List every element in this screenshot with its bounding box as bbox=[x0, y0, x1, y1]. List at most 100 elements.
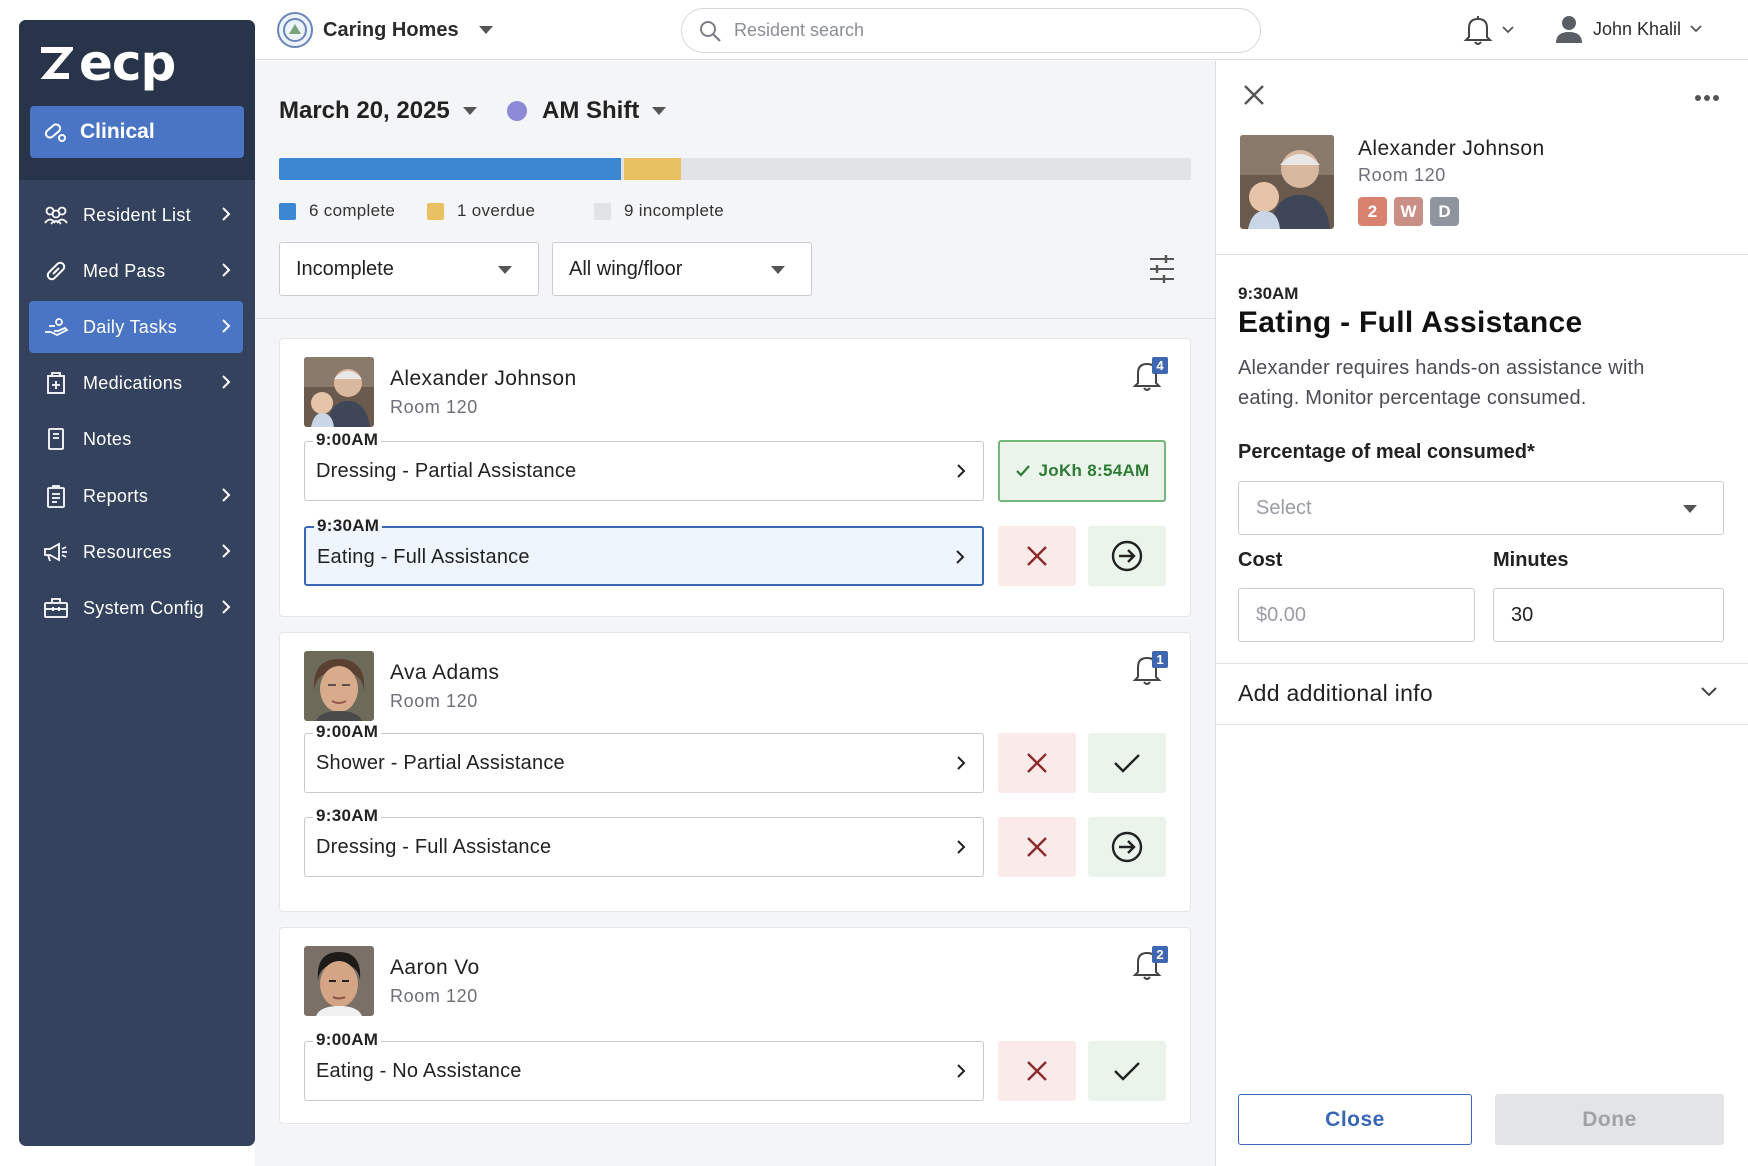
shift-picker[interactable]: AM Shift bbox=[507, 97, 667, 125]
cost-placeholder: $0.00 bbox=[1256, 603, 1307, 626]
open-task-button[interactable] bbox=[1088, 526, 1166, 586]
check-icon bbox=[1015, 465, 1030, 477]
more-options-button[interactable] bbox=[1694, 89, 1720, 107]
sidebar-item-medications[interactable]: Medications bbox=[29, 357, 243, 409]
legend-label: 9 incomplete bbox=[624, 201, 724, 220]
sidebar-item-label: Daily Tasks bbox=[83, 316, 177, 337]
chevron-down-icon bbox=[498, 266, 512, 274]
chevron-right-icon bbox=[957, 756, 966, 770]
arrow-circle-right-icon bbox=[1111, 540, 1143, 572]
chevron-down-icon bbox=[478, 26, 493, 34]
resident-room: Room 120 bbox=[390, 691, 478, 711]
complete-task-button[interactable] bbox=[1088, 733, 1166, 793]
notifications-button[interactable] bbox=[1463, 14, 1515, 46]
resident-alerts-button[interactable]: 4 bbox=[1132, 357, 1168, 397]
organization-name: Caring Homes bbox=[323, 18, 459, 41]
percentage-consumed-label: Percentage of meal consumed* bbox=[1238, 441, 1535, 463]
logo-text: ecp bbox=[79, 34, 176, 92]
task-title: Eating - Full Assistance bbox=[1238, 306, 1583, 339]
notebook-icon bbox=[43, 427, 69, 451]
module-label: Clinical bbox=[80, 120, 155, 143]
cost-input[interactable]: $0.00 bbox=[1238, 588, 1475, 642]
shift-label: AM Shift bbox=[542, 97, 640, 124]
panel-resident-room: Room 120 bbox=[1358, 165, 1446, 185]
resident-name[interactable]: Alexander Johnson bbox=[390, 367, 577, 391]
sidebar-item-daily-tasks[interactable]: Daily Tasks bbox=[29, 301, 243, 353]
open-task-button[interactable] bbox=[1088, 817, 1166, 877]
progress-overdue-segment bbox=[624, 158, 681, 180]
sidebar-item-label: Med Pass bbox=[83, 260, 166, 281]
task-label: Dressing - Full Assistance bbox=[316, 836, 552, 858]
sidebar-item-resources[interactable]: Resources bbox=[29, 526, 243, 578]
filters-area: March 20, 2025 AM Shift 6 complete 1 ove… bbox=[255, 61, 1215, 319]
user-menu[interactable]: John Khalil bbox=[1555, 14, 1703, 44]
status-filter-dropdown[interactable]: Incomplete bbox=[279, 242, 539, 296]
sidebar-item-med-pass[interactable]: Med Pass bbox=[29, 245, 243, 297]
resident-photo bbox=[304, 651, 374, 721]
task-time: 9:30AM bbox=[1238, 284, 1299, 303]
chevron-down-icon bbox=[1690, 25, 1702, 33]
megaphone-icon bbox=[43, 540, 69, 564]
resident-search-input[interactable]: Resident search bbox=[681, 8, 1261, 53]
close-icon bbox=[1027, 1061, 1047, 1081]
chevron-down-icon bbox=[652, 107, 667, 115]
task-time: 9:30AM bbox=[313, 806, 382, 826]
ecp-logo[interactable]: ecp bbox=[39, 34, 176, 92]
percentage-consumed-select[interactable]: Select bbox=[1238, 481, 1724, 535]
chevron-right-icon bbox=[222, 488, 231, 502]
minutes-label: Minutes bbox=[1493, 549, 1569, 571]
sidebar-item-reports[interactable]: Reports bbox=[29, 470, 243, 522]
filter-settings-button[interactable] bbox=[1147, 253, 1177, 290]
organization-switcher[interactable]: Caring Homes bbox=[277, 12, 493, 48]
task-row[interactable]: 9:00AM Eating - No Assistance bbox=[304, 1030, 984, 1101]
close-button[interactable]: Close bbox=[1238, 1094, 1472, 1145]
capsule-stethoscope-icon bbox=[44, 123, 66, 142]
resident-name[interactable]: Aaron Vo bbox=[390, 956, 480, 980]
decline-task-button[interactable] bbox=[998, 817, 1076, 877]
minutes-input[interactable]: 30 bbox=[1493, 588, 1724, 642]
complete-task-button[interactable] bbox=[1088, 1041, 1166, 1101]
task-progress-bar bbox=[279, 158, 1191, 180]
chevron-down-icon[interactable] bbox=[1700, 686, 1718, 698]
date-picker[interactable]: March 20, 2025 bbox=[279, 97, 477, 125]
task-label: Dressing - Partial Assistance bbox=[316, 460, 577, 482]
task-time: 9:00AM bbox=[313, 722, 382, 742]
close-icon bbox=[1027, 546, 1047, 566]
task-detail-panel: Alexander Johnson Room 120 2 W D 9:30AM … bbox=[1215, 61, 1748, 1166]
resident-alerts-button[interactable]: 1 bbox=[1132, 651, 1168, 691]
sidebar-item-notes[interactable]: Notes bbox=[29, 413, 243, 465]
sidebar-item-label: Medications bbox=[83, 372, 183, 393]
wing-filter-dropdown[interactable]: All wing/floor bbox=[552, 242, 812, 296]
task-row-selected[interactable]: 9:30AM Eating - Full Assistance bbox=[304, 516, 984, 586]
arrow-circle-right-icon bbox=[1111, 831, 1143, 863]
decline-task-button[interactable] bbox=[998, 526, 1076, 586]
task-completed-button[interactable]: JoKh 8:54AM bbox=[998, 440, 1166, 502]
chevron-right-icon bbox=[957, 464, 966, 478]
decline-task-button[interactable] bbox=[998, 733, 1076, 793]
cost-label: Cost bbox=[1238, 549, 1283, 571]
sidebar-item-resident-list[interactable]: Resident List bbox=[29, 189, 243, 241]
resident-alerts-button[interactable]: 2 bbox=[1132, 946, 1168, 986]
shift-color-dot bbox=[507, 101, 527, 121]
task-row[interactable]: 9:30AM Dressing - Full Assistance bbox=[304, 806, 984, 877]
task-label: Eating - Full Assistance bbox=[317, 546, 530, 568]
bell-icon bbox=[1463, 16, 1493, 45]
task-row[interactable]: 9:00AM Dressing - Partial Assistance bbox=[304, 430, 984, 501]
module-switcher-clinical[interactable]: Clinical bbox=[30, 106, 244, 158]
chevron-right-icon bbox=[222, 600, 231, 614]
task-row[interactable]: 9:00AM Shower - Partial Assistance bbox=[304, 722, 984, 793]
top-bar: Caring Homes Resident search John Khalil bbox=[255, 0, 1748, 60]
resident-name[interactable]: Ava Adams bbox=[390, 661, 499, 685]
sliders-icon bbox=[1150, 255, 1174, 283]
sidebar-item-system-config[interactable]: System Config bbox=[29, 582, 243, 634]
status-filter-value: Incomplete bbox=[296, 257, 394, 280]
close-panel-button[interactable] bbox=[1242, 83, 1266, 112]
toolbox-icon bbox=[43, 596, 69, 620]
wing-filter-value: All wing/floor bbox=[569, 257, 683, 280]
add-additional-info-toggle[interactable]: Add additional info bbox=[1238, 680, 1433, 707]
legend-incomplete: 9 incomplete bbox=[594, 201, 724, 221]
sidebar: ecp Clinical Resident List Med Pass Dail… bbox=[19, 20, 255, 1146]
decline-task-button[interactable] bbox=[998, 1041, 1076, 1101]
chevron-right-icon bbox=[222, 544, 231, 558]
done-button[interactable]: Done bbox=[1495, 1094, 1724, 1145]
